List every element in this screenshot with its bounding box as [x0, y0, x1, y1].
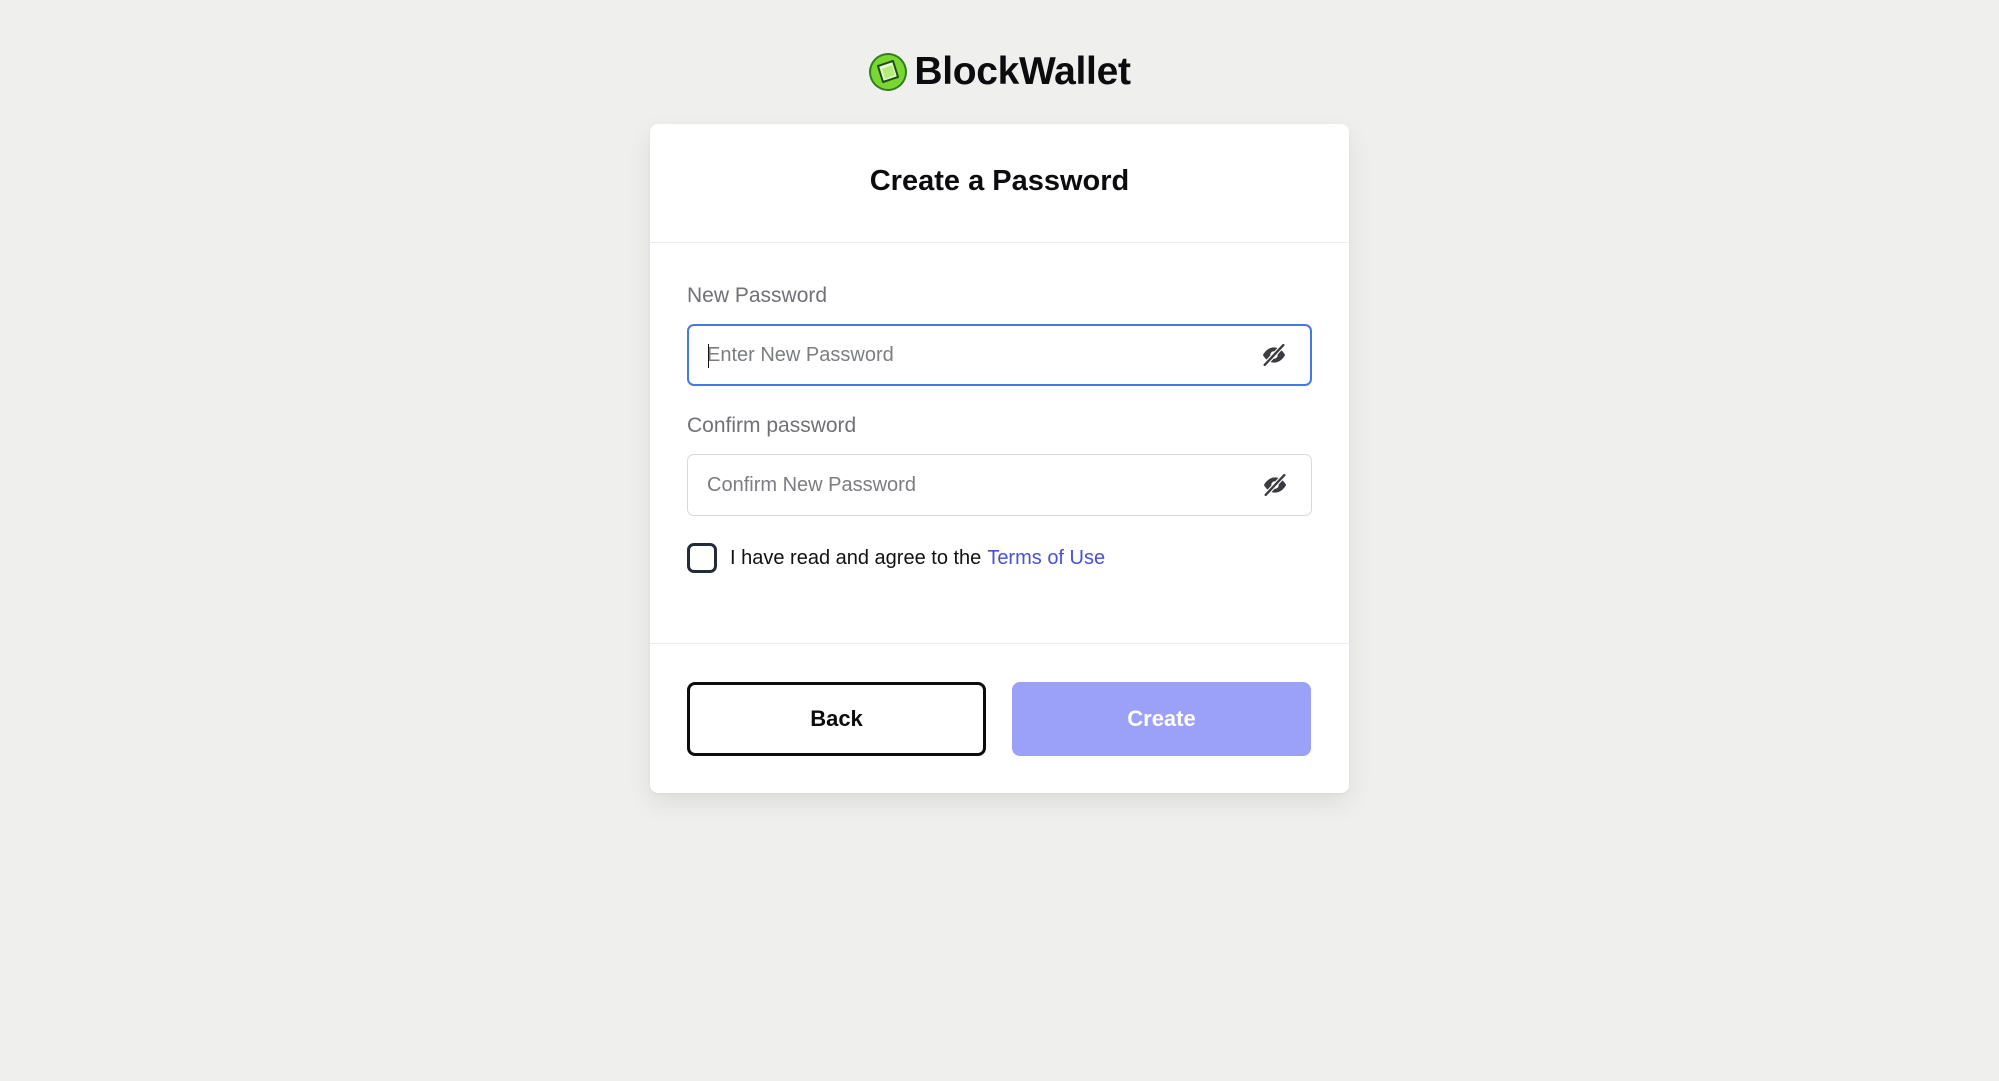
page-title: Create a Password	[869, 165, 1130, 197]
brand-lockup: BlockWallet	[868, 50, 1131, 94]
password-form: New Password Confirm password I have rea…	[650, 243, 1349, 644]
blockwallet-logo-icon	[869, 53, 908, 91]
eye-slash-icon[interactable]	[1260, 341, 1288, 369]
card-footer: Back Create	[650, 644, 1349, 794]
create-password-card: Create a Password New Password Confirm p…	[650, 124, 1349, 793]
terms-checkbox[interactable]	[687, 543, 717, 573]
new-password-input[interactable]	[689, 325, 1260, 385]
confirm-password-input[interactable]	[688, 454, 1261, 516]
create-button[interactable]: Create	[1012, 682, 1311, 756]
confirm-password-field[interactable]	[687, 454, 1312, 516]
eye-slash-icon[interactable]	[1261, 471, 1289, 499]
app-name: BlockWallet	[914, 50, 1131, 93]
terms-agreement-text: I have read and agree to the	[730, 546, 982, 569]
text-caret	[708, 344, 709, 368]
new-password-field[interactable]	[687, 324, 1312, 386]
confirm-password-label: Confirm password	[687, 414, 857, 437]
brand-header: BlockWallet	[0, 50, 1999, 94]
terms-agreement-row: I have read and agree to the Terms of Us…	[687, 543, 1105, 573]
terms-of-use-link[interactable]: Terms of Use	[987, 547, 1105, 570]
new-password-label: New Password	[687, 284, 828, 307]
card-header: Create a Password	[650, 124, 1349, 243]
back-button[interactable]: Back	[687, 682, 986, 756]
